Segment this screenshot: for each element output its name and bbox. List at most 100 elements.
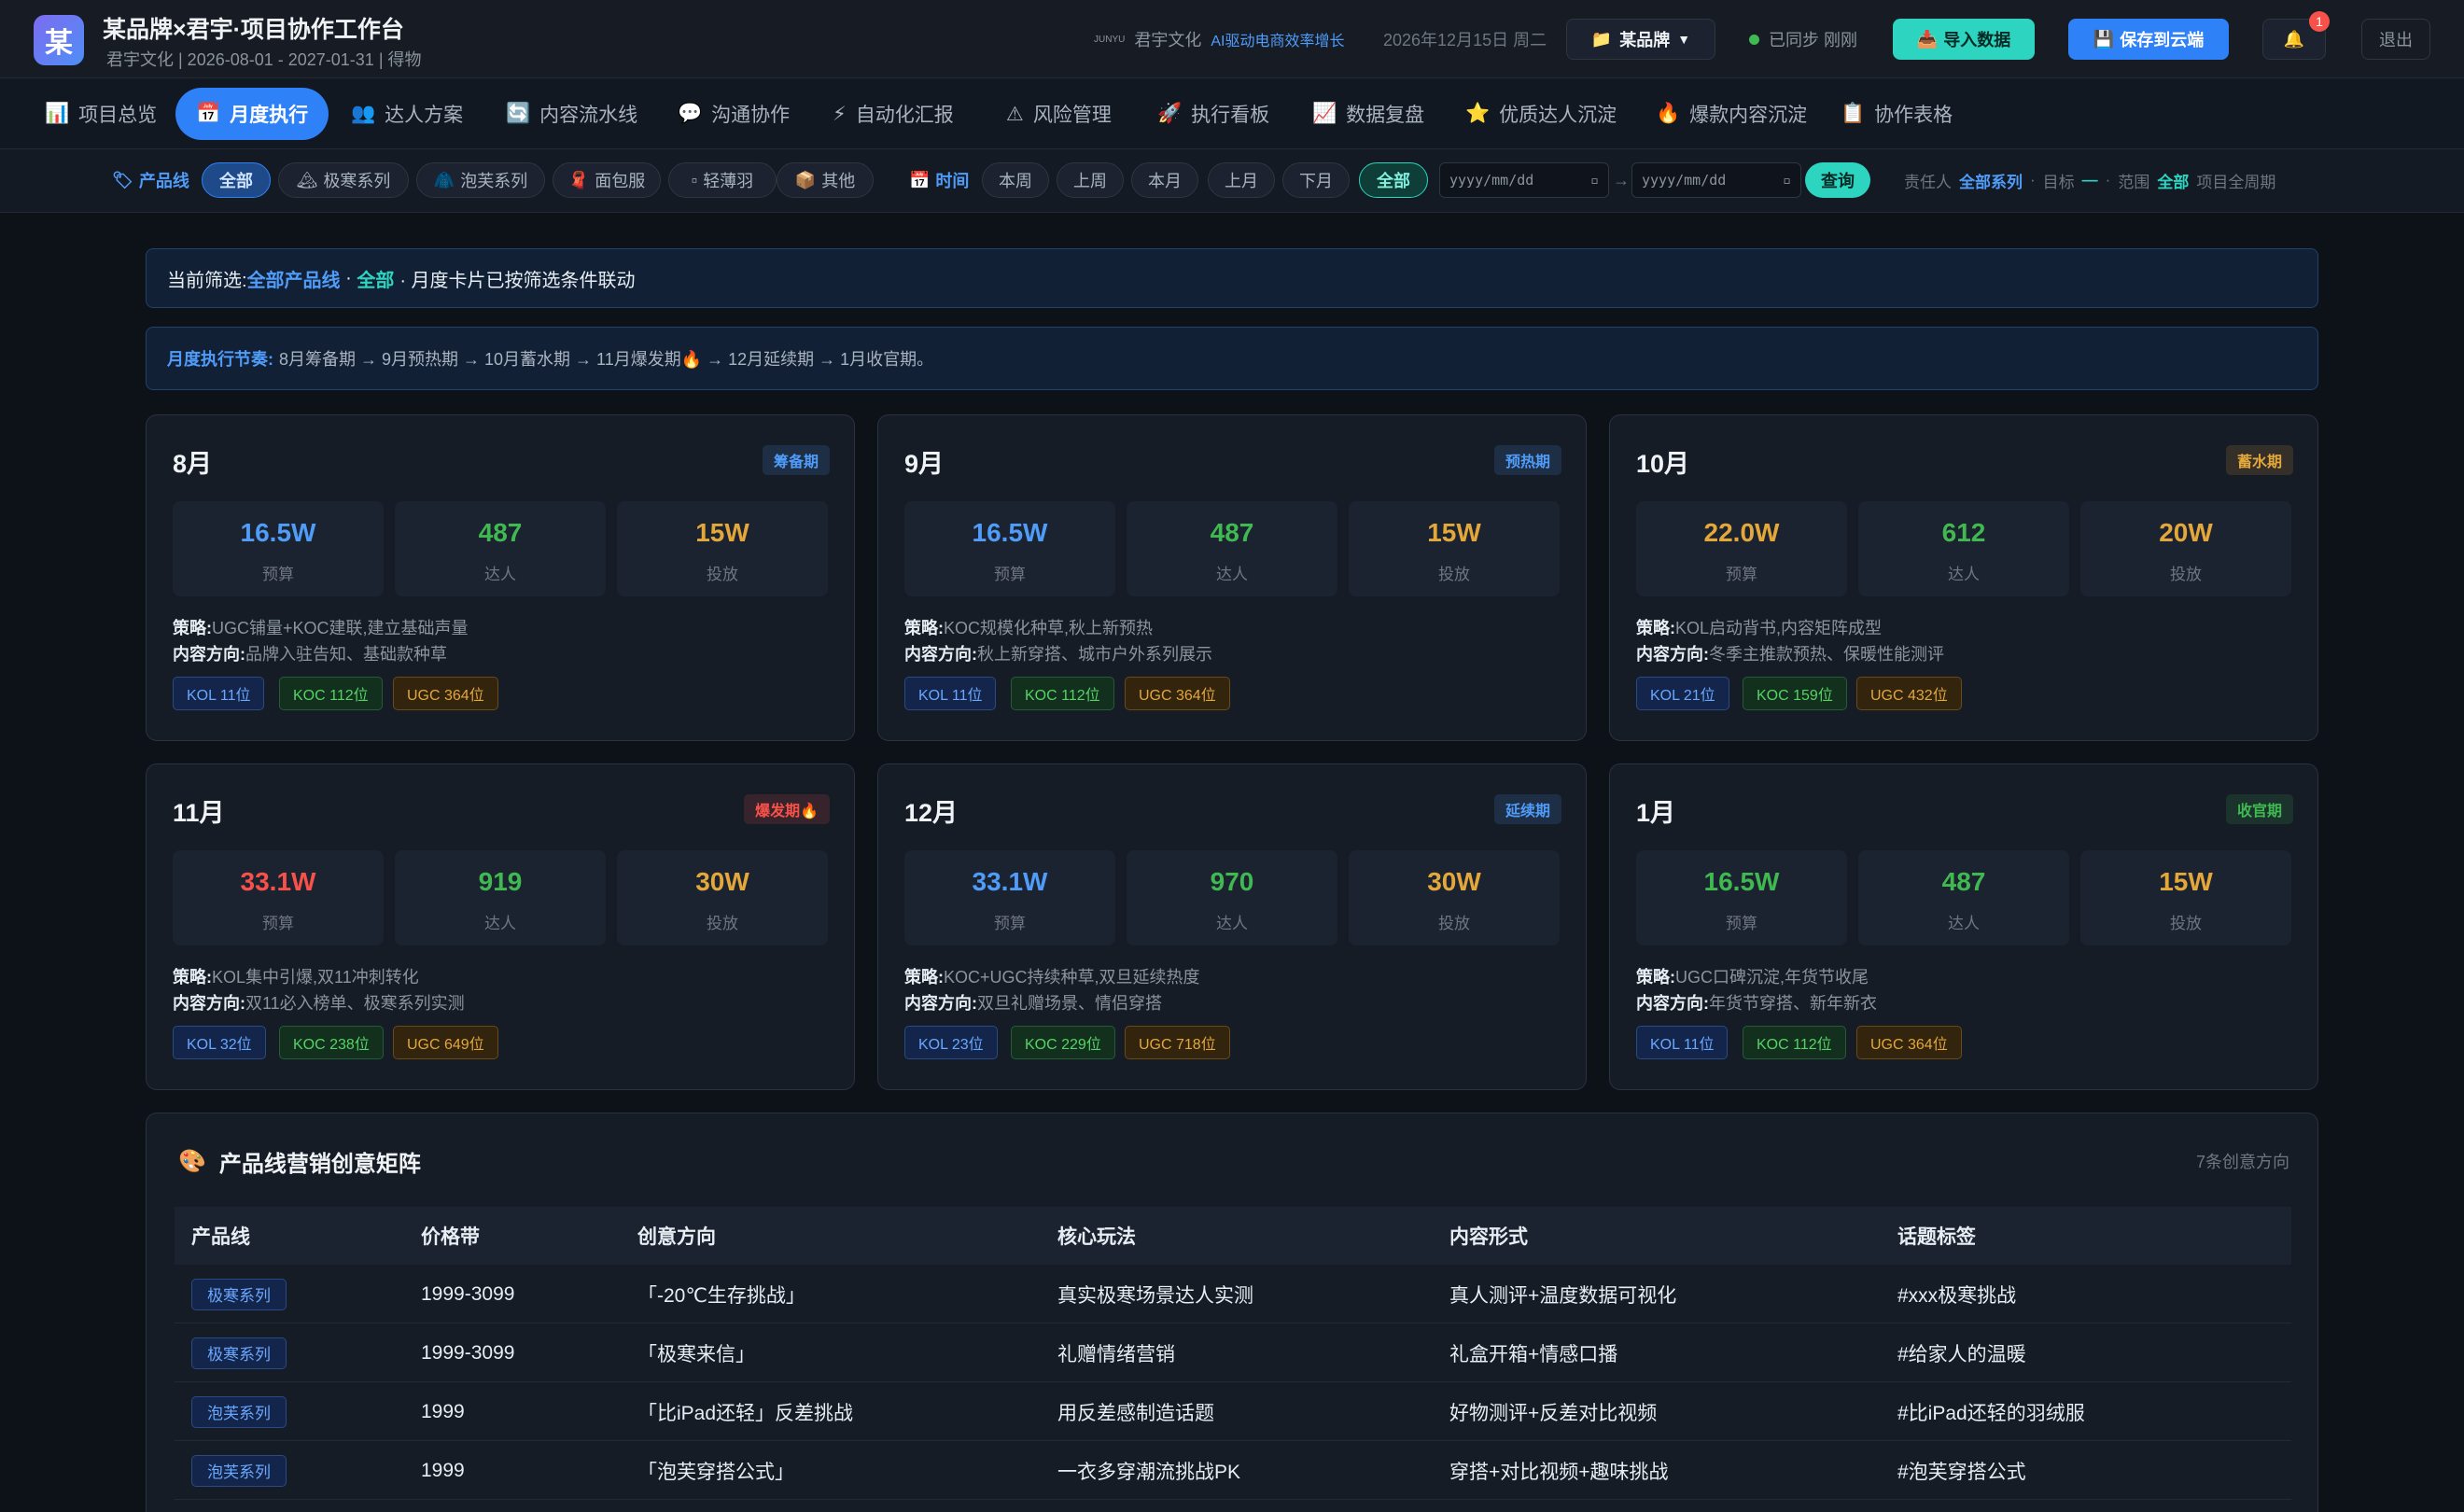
brand-select-value: 某品牌	[1619, 31, 1671, 49]
owner-value[interactable]: 全部系列	[1959, 169, 2023, 192]
coat-icon: 🧥	[433, 170, 455, 189]
budget-label: 预算	[994, 566, 1026, 583]
time-chip-all[interactable]: 全部	[1359, 162, 1428, 198]
tab-label: 风险管理	[1032, 105, 1112, 126]
spend-label: 投放	[1438, 915, 1470, 932]
talents-stat: 487 达人	[1858, 850, 2069, 945]
tab-label: 自动化汇报	[855, 105, 954, 126]
query-button[interactable]: 查询	[1805, 162, 1870, 198]
tab-viral-content[interactable]: 🔥 爆款内容沉淀	[1635, 88, 1827, 140]
tab-project-overview[interactable]: 📊 项目总览	[24, 88, 177, 140]
start-date-input[interactable]: yyyy/mm/dd ▫	[1439, 162, 1609, 198]
caret-down-icon: ▼	[1677, 32, 1691, 47]
tab-communication[interactable]: 💬 沟通协作	[657, 88, 810, 140]
talents-value: 612	[1941, 518, 1986, 547]
palette-icon: 🎨	[178, 1149, 206, 1174]
talents-value: 970	[1210, 867, 1254, 896]
time-chip-last-month[interactable]: 上月	[1208, 162, 1275, 198]
product-chip-puff[interactable]: 🧥 泡芙系列	[416, 162, 545, 198]
target-value[interactable]: —	[2082, 171, 2098, 189]
creative-cell: 「比iPad还轻」反差挑战	[637, 1402, 854, 1424]
table-row[interactable]: 极寒系列 1999-3099 「-20℃生存挑战」 真实极寒场景达人实测 真人测…	[175, 1265, 2291, 1323]
table-row[interactable]: 面包服	[175, 1500, 2291, 1512]
time-chip-last-week[interactable]: 上周	[1057, 162, 1124, 198]
month-name: 8月	[173, 450, 213, 478]
import-data-button[interactable]: 📥 导入数据	[1893, 19, 2035, 60]
tab-monthly-execution[interactable]: 📅 月度执行	[175, 88, 329, 140]
tab-talent-plan[interactable]: 👥 达人方案	[330, 88, 483, 140]
logout-button[interactable]: 退出	[2361, 19, 2430, 60]
tab-top-talents[interactable]: ⭐ 优质达人沉淀	[1445, 88, 1637, 140]
product-chip-bread-jacket[interactable]: 🧣 面包服	[553, 162, 661, 198]
time-chip-this-week[interactable]: 本周	[982, 162, 1049, 198]
product-chip-other[interactable]: 📦 其他	[777, 162, 874, 198]
kol-count-tag: KOL 21位	[1636, 677, 1729, 710]
partner-logo-mark: JUNYU	[1094, 34, 1126, 45]
strategy-line: 策略:KOL启动背书,内容矩阵成型	[1636, 619, 1883, 637]
end-date-input[interactable]: yyyy/mm/dd ▫	[1631, 162, 1801, 198]
ugc-count-tag: UGC 718位	[1125, 1026, 1230, 1059]
brand-select[interactable]: 📁 某品牌 ▼	[1566, 19, 1715, 60]
table-row[interactable]: 泡芙系列 1999 「泡芙穿搭公式」 一衣多穿潮流挑战PK 穿搭+对比视频+趣味…	[175, 1441, 2291, 1500]
spend-label: 投放	[2170, 566, 2202, 583]
tab-data-review[interactable]: 📈 数据复盘	[1292, 88, 1445, 140]
koc-count-tag: KOC 238位	[279, 1026, 384, 1059]
spend-value: 30W	[1427, 867, 1481, 896]
tab-label: 数据复盘	[1346, 105, 1425, 126]
folder-icon: 📁	[1590, 29, 1613, 49]
product-chip-light-down[interactable]: ▫ 轻薄羽	[668, 162, 777, 198]
tab-risk-management[interactable]: ⚠ 风险管理	[986, 88, 1132, 140]
talents-stat: 487 达人	[395, 501, 606, 596]
budget-label: 预算	[262, 566, 294, 583]
talents-label: 达人	[484, 915, 516, 932]
strategy-line: 策略:KOC规模化种草,秋上新预热	[904, 619, 1154, 637]
ugc-count-tag: UGC 649位	[393, 1026, 498, 1059]
tab-label: 爆款内容沉淀	[1689, 105, 1808, 126]
product-chip-all[interactable]: 全部	[202, 162, 271, 198]
app-subtitle: 君宇文化 | 2026-08-01 - 2027-01-31 | 得物	[106, 50, 422, 69]
koc-count-tag: KOC 112位	[1011, 677, 1114, 710]
spend-stat: 15W 投放	[617, 501, 828, 596]
spend-label: 投放	[707, 566, 738, 583]
phase-badge: 预热期	[1493, 445, 1561, 475]
table-row[interactable]: 极寒系列 1999-3099 「极寒来信」 礼赠情绪营销 礼盒开箱+情感口播 #…	[175, 1323, 2291, 1382]
spend-value: 15W	[695, 518, 749, 547]
tab-auto-report[interactable]: ⚡ 自动化汇报	[812, 88, 974, 140]
matrix-title: 🎨 产品线营销创意矩阵	[178, 1149, 421, 1177]
month-card-6: 1月 收官期 16.5W 预算 487 达人 15W 投放 策略:UGC口碑沉淀…	[1609, 763, 2318, 1090]
spend-label: 投放	[707, 915, 738, 932]
budget-value: 33.1W	[972, 867, 1048, 896]
spend-stat: 15W 投放	[2080, 850, 2291, 945]
talents-stat: 487 达人	[1127, 501, 1337, 596]
time-chip-next-month[interactable]: 下月	[1282, 162, 1350, 198]
tab-label: 优质达人沉淀	[1499, 105, 1617, 126]
tab-content-pipeline[interactable]: 🔄 内容流水线	[485, 88, 658, 140]
trend-chart-icon: 📈	[1312, 103, 1337, 124]
budget-stat: 16.5W 预算	[904, 501, 1115, 596]
talents-value: 919	[478, 867, 523, 896]
save-to-cloud-button[interactable]: 💾 保存到云端	[2068, 19, 2229, 60]
month-name: 9月	[904, 450, 945, 478]
col-header-gameplay: 核心玩法	[1057, 1226, 1136, 1248]
scope-value[interactable]: 全部	[2157, 169, 2189, 192]
month-card-3: 10月 蓄水期 22.0W 预算 612 达人 20W 投放 策略:KOL启动背…	[1609, 414, 2318, 741]
notification-badge: 1	[2309, 11, 2330, 32]
spend-value: 20W	[2159, 518, 2213, 547]
filter-meta: 责任人 全部系列 · 目标 — · 范围 全部 项目全周期	[1904, 162, 2275, 198]
spend-value: 15W	[2159, 867, 2213, 896]
tab-collab-sheet[interactable]: 📋 协作表格	[1820, 88, 1973, 140]
ugc-count-tag: UGC 364位	[393, 677, 498, 710]
tab-label: 达人方案	[385, 105, 464, 126]
table-row[interactable]: 泡芙系列 1999 「比iPad还轻」反差挑战 用反差感制造话题 好物测评+反差…	[175, 1382, 2291, 1441]
talents-label: 达人	[1948, 566, 1980, 583]
time-chip-this-month[interactable]: 本月	[1131, 162, 1198, 198]
tag-icon: 🏷	[112, 170, 133, 189]
hashtag-cell: #xxx极寒挑战	[1897, 1284, 2017, 1307]
product-chip-extreme-cold[interactable]: 🏔 极寒系列	[278, 162, 409, 198]
budget-label: 预算	[1726, 915, 1757, 932]
product-line-cell: 泡芙系列	[191, 1382, 287, 1441]
phase-badge: 收官期	[2225, 794, 2293, 824]
content-line: 内容方向:品牌入驻告知、基础款种草	[173, 645, 447, 664]
tab-execution-board[interactable]: 🚀 执行看板	[1137, 88, 1290, 140]
refresh-icon: 🔄	[506, 103, 531, 124]
